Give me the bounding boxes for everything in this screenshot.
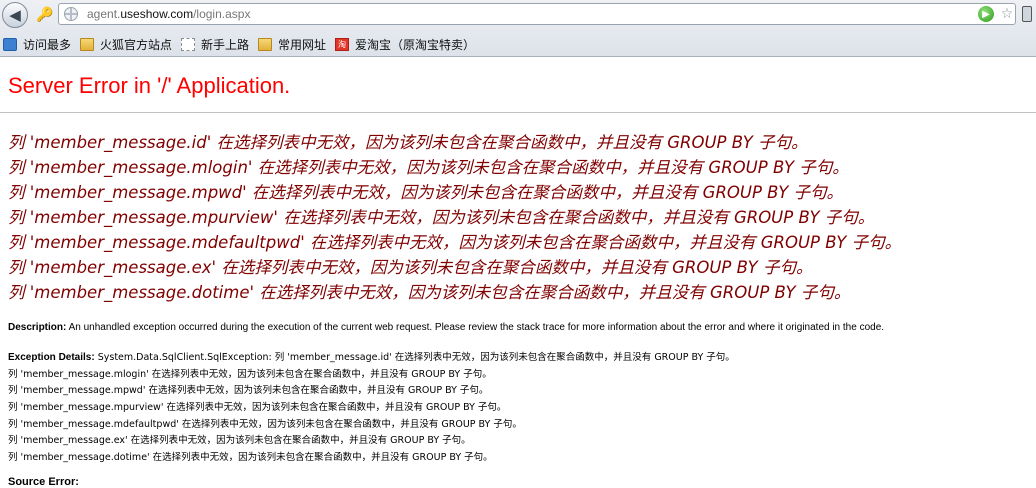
bookmarks-toolbar: 访问最多 火狐官方站点 新手上路 常用网址 淘 爱淘宝（原淘宝特卖） [0,33,1036,55]
navigation-toolbar: ◀ 🔑 agent.useshow.com/login.aspx ▶ ☆ [0,0,1036,30]
folder-icon [80,37,94,51]
url-prefix: agent. [87,7,121,21]
bookmark-label: 常用网址 [278,37,327,52]
back-button[interactable]: ◀ [2,2,28,28]
bookmark-label: 火狐官方站点 [100,37,173,52]
bookmark-getting-started[interactable]: 新手上路 [181,36,249,52]
bookmark-ai-taobao[interactable]: 淘 爱淘宝（原淘宝特卖） [335,36,475,52]
exception-line: 列 'member_message.mlogin' 在选择列表中无效，因为该列未… [8,368,492,380]
most-visited-icon [3,37,17,51]
url-path: /login.aspx [193,7,251,21]
browser-chrome: ◀ 🔑 agent.useshow.com/login.aspx ▶ ☆ 访问最… [0,0,1036,57]
error-line: 列 'member_message.mdefaultpwd' 在选择列表中无效，… [8,233,902,252]
error-line: 列 'member_message.id' 在选择列表中无效，因为该列未包含在聚… [8,133,808,152]
exception-first-line: Exception Details: System.Data.SqlClient… [8,350,735,367]
error-line: 列 'member_message.dotime' 在选择列表中无效，因为该列未… [8,283,851,302]
address-bar[interactable]: agent.useshow.com/login.aspx [58,3,1016,25]
sidebar-icon[interactable] [1022,6,1032,22]
error-line: 列 'member_message.mpwd' 在选择列表中无效，因为该列未包含… [8,183,844,202]
exception-details: Exception Details: System.Data.SqlClient… [8,350,735,467]
site-identity-globe-icon[interactable] [64,7,78,21]
url-domain: useshow.com [120,7,194,21]
back-arrow-icon: ◀ [9,6,21,24]
description-paragraph: Description: An unhandled exception occu… [8,322,884,333]
bookmark-star-icon[interactable]: ☆ [999,6,1015,22]
description-text: An unhandled exception occurred during t… [66,322,885,333]
bookmark-most-visited[interactable]: 访问最多 [3,36,71,52]
exception-line: 列 'member_message.mdefaultpwd' 在选择列表中无效，… [8,418,522,430]
bookmark-label: 新手上路 [201,37,250,52]
error-line: 列 'member_message.ex' 在选择列表中无效，因为该列未包含在聚… [8,258,813,277]
url-text[interactable]: agent.useshow.com/login.aspx [87,7,250,21]
page-icon [181,37,195,51]
source-error-label: Source Error: [8,476,79,488]
error-heading: 列 'member_message.id' 在选择列表中无效，因为该列未包含在聚… [8,130,901,305]
key-icon[interactable]: 🔑 [34,6,56,24]
page-title: Server Error in '/' Application. [8,73,291,98]
bookmark-label: 爱淘宝（原淘宝特卖） [355,37,476,52]
error-line: 列 'member_message.mlogin' 在选择列表中无效，因为该列未… [8,158,849,177]
folder-icon [258,37,272,51]
go-icon[interactable]: ▶ [978,6,994,22]
bookmark-common-sites[interactable]: 常用网址 [258,36,326,52]
divider [0,112,1036,113]
exception-line: 列 'member_message.ex' 在选择列表中无效，因为该列未包含在聚… [8,435,471,447]
exception-text: System.Data.SqlClient.SqlException: 列 'm… [94,352,735,363]
exception-line: 列 'member_message.mpurview' 在选择列表中无效，因为该… [8,402,507,414]
error-line: 列 'member_message.mpurview' 在选择列表中无效，因为该… [8,208,875,227]
exception-line: 列 'member_message.mpwd' 在选择列表中无效，因为该列未包含… [8,385,489,397]
description-label: Description: [8,322,67,333]
bookmark-firefox-official[interactable]: 火狐官方站点 [80,36,172,52]
exception-label: Exception Details: [8,352,95,363]
taobao-icon: 淘 [335,37,349,51]
exception-line: 列 'member_message.dotime' 在选择列表中无效，因为该列未… [8,452,493,464]
bookmark-label: 访问最多 [23,37,72,52]
